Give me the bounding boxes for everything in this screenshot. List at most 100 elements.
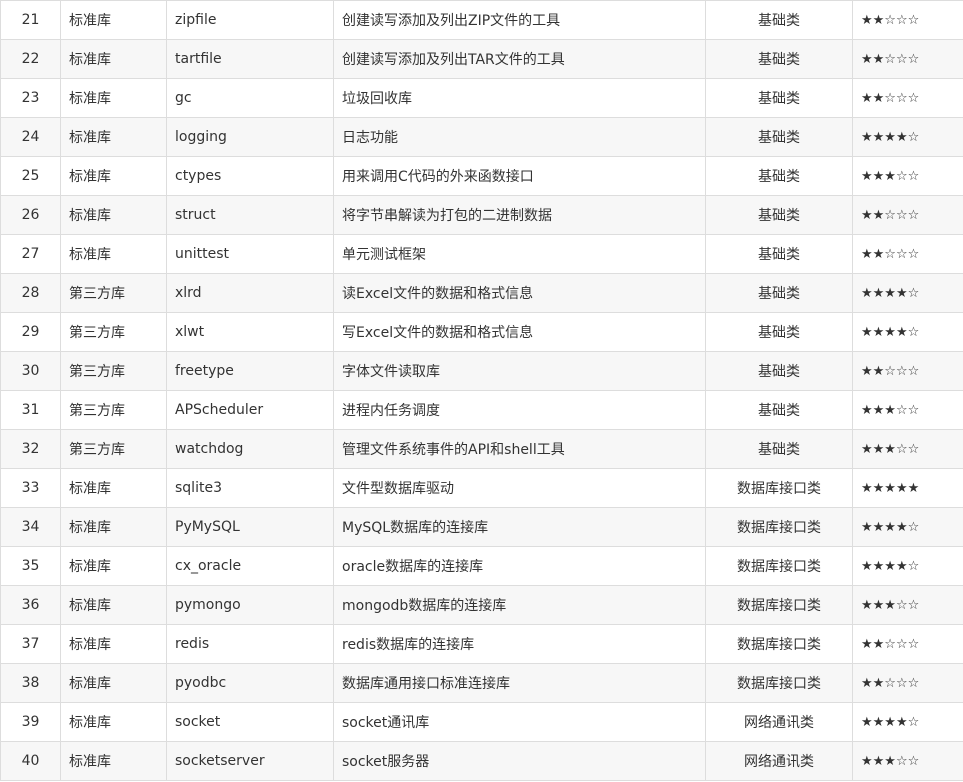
cell-source: 标准库 [60, 741, 167, 781]
cell-number: 25 [0, 156, 61, 196]
cell-number: 32 [0, 429, 61, 469]
cell-rating: ★★★★☆ [852, 273, 963, 313]
cell-source: 标准库 [60, 39, 167, 79]
cell-rating: ★★☆☆☆ [852, 624, 963, 664]
library-table: 21 标准库 zipfile 创建读写添加及列出ZIP文件的工具 基础类 ★★☆☆☆ 22 标… [0, 0, 963, 781]
cell-description: oracle数据库的连接库 [333, 546, 706, 586]
cell-source: 标准库 [60, 117, 167, 157]
cell-source: 第三方库 [60, 351, 167, 391]
cell-category: 基础类 [705, 78, 853, 118]
cell-description: 读Excel文件的数据和格式信息 [333, 273, 706, 313]
cell-number: 37 [0, 624, 61, 664]
cell-library-name: xlwt [166, 312, 334, 352]
table-row: 40 标准库 socketserver socket服务器 网络通讯类 ★★★☆☆ [0, 741, 963, 781]
table-row: 22 标准库 tartfile 创建读写添加及列出TAR文件的工具 基础类 ★★☆☆☆ [0, 39, 963, 79]
cell-library-name: redis [166, 624, 334, 664]
cell-description: redis数据库的连接库 [333, 624, 706, 664]
cell-number: 35 [0, 546, 61, 586]
cell-category: 数据库接口类 [705, 663, 853, 703]
table-row: 24 标准库 logging 日志功能 基础类 ★★★★☆ [0, 117, 963, 157]
table-row: 32 第三方库 watchdog 管理文件系统事件的API和shell工具 基础类 ★★★… [0, 429, 963, 469]
cell-rating: ★★☆☆☆ [852, 0, 963, 40]
cell-category: 基础类 [705, 390, 853, 430]
cell-library-name: PyMySQL [166, 507, 334, 547]
cell-category: 基础类 [705, 273, 853, 313]
cell-category: 基础类 [705, 312, 853, 352]
cell-rating: ★★★☆☆ [852, 585, 963, 625]
cell-library-name: ctypes [166, 156, 334, 196]
cell-category: 网络通讯类 [705, 741, 853, 781]
cell-rating: ★★★☆☆ [852, 429, 963, 469]
cell-number: 23 [0, 78, 61, 118]
cell-library-name: freetype [166, 351, 334, 391]
cell-rating: ★★☆☆☆ [852, 234, 963, 274]
cell-description: 进程内任务调度 [333, 390, 706, 430]
cell-source: 第三方库 [60, 312, 167, 352]
cell-source: 标准库 [60, 624, 167, 664]
cell-source: 标准库 [60, 195, 167, 235]
cell-description: 创建读写添加及列出ZIP文件的工具 [333, 0, 706, 40]
cell-rating: ★★★★☆ [852, 117, 963, 157]
cell-description: 日志功能 [333, 117, 706, 157]
cell-source: 标准库 [60, 507, 167, 547]
cell-library-name: zipfile [166, 0, 334, 40]
cell-category: 基础类 [705, 0, 853, 40]
cell-source: 标准库 [60, 546, 167, 586]
cell-category: 基础类 [705, 117, 853, 157]
table-body: 21 标准库 zipfile 创建读写添加及列出ZIP文件的工具 基础类 ★★☆☆☆ 22 标… [0, 0, 963, 781]
cell-description: 垃圾回收库 [333, 78, 706, 118]
cell-library-name: xlrd [166, 273, 334, 313]
cell-source: 标准库 [60, 585, 167, 625]
cell-rating: ★★★★☆ [852, 507, 963, 547]
table-row: 28 第三方库 xlrd 读Excel文件的数据和格式信息 基础类 ★★★★☆ [0, 273, 963, 313]
cell-library-name: watchdog [166, 429, 334, 469]
cell-category: 数据库接口类 [705, 624, 853, 664]
cell-description: mongodb数据库的连接库 [333, 585, 706, 625]
cell-library-name: unittest [166, 234, 334, 274]
cell-rating: ★★★☆☆ [852, 741, 963, 781]
cell-rating: ★★☆☆☆ [852, 351, 963, 391]
cell-rating: ★★☆☆☆ [852, 663, 963, 703]
cell-rating: ★★☆☆☆ [852, 39, 963, 79]
cell-category: 基础类 [705, 351, 853, 391]
cell-rating: ★★★★☆ [852, 546, 963, 586]
table-row: 37 标准库 redis redis数据库的连接库 数据库接口类 ★★☆☆☆ [0, 624, 963, 664]
cell-number: 27 [0, 234, 61, 274]
table-row: 30 第三方库 freetype 字体文件读取库 基础类 ★★☆☆☆ [0, 351, 963, 391]
cell-rating: ★★★☆☆ [852, 156, 963, 196]
cell-description: 管理文件系统事件的API和shell工具 [333, 429, 706, 469]
cell-library-name: pyodbc [166, 663, 334, 703]
cell-category: 网络通讯类 [705, 702, 853, 742]
table-row: 35 标准库 cx_oracle oracle数据库的连接库 数据库接口类 ★★★★☆ [0, 546, 963, 586]
table-row: 23 标准库 gc 垃圾回收库 基础类 ★★☆☆☆ [0, 78, 963, 118]
cell-source: 标准库 [60, 702, 167, 742]
cell-number: 29 [0, 312, 61, 352]
cell-source: 第三方库 [60, 390, 167, 430]
cell-source: 第三方库 [60, 429, 167, 469]
cell-library-name: gc [166, 78, 334, 118]
table-row: 25 标准库 ctypes 用来调用C代码的外来函数接口 基础类 ★★★☆☆ [0, 156, 963, 196]
cell-category: 基础类 [705, 429, 853, 469]
cell-number: 31 [0, 390, 61, 430]
table-row: 27 标准库 unittest 单元测试框架 基础类 ★★☆☆☆ [0, 234, 963, 274]
cell-category: 基础类 [705, 234, 853, 274]
cell-number: 33 [0, 468, 61, 508]
cell-library-name: pymongo [166, 585, 334, 625]
cell-rating: ★★★★☆ [852, 702, 963, 742]
cell-library-name: cx_oracle [166, 546, 334, 586]
cell-description: socket服务器 [333, 741, 706, 781]
cell-rating: ★★☆☆☆ [852, 195, 963, 235]
cell-number: 24 [0, 117, 61, 157]
cell-source: 第三方库 [60, 273, 167, 313]
cell-category: 基础类 [705, 156, 853, 196]
table-row: 29 第三方库 xlwt 写Excel文件的数据和格式信息 基础类 ★★★★☆ [0, 312, 963, 352]
cell-rating: ★★★★★ [852, 468, 963, 508]
cell-description: socket通讯库 [333, 702, 706, 742]
table-row: 26 标准库 struct 将字节串解读为打包的二进制数据 基础类 ★★☆☆☆ [0, 195, 963, 235]
cell-source: 标准库 [60, 156, 167, 196]
table-row: 21 标准库 zipfile 创建读写添加及列出ZIP文件的工具 基础类 ★★☆☆☆ [0, 0, 963, 40]
cell-rating: ★★★☆☆ [852, 390, 963, 430]
cell-source: 标准库 [60, 468, 167, 508]
cell-description: 单元测试框架 [333, 234, 706, 274]
cell-library-name: logging [166, 117, 334, 157]
